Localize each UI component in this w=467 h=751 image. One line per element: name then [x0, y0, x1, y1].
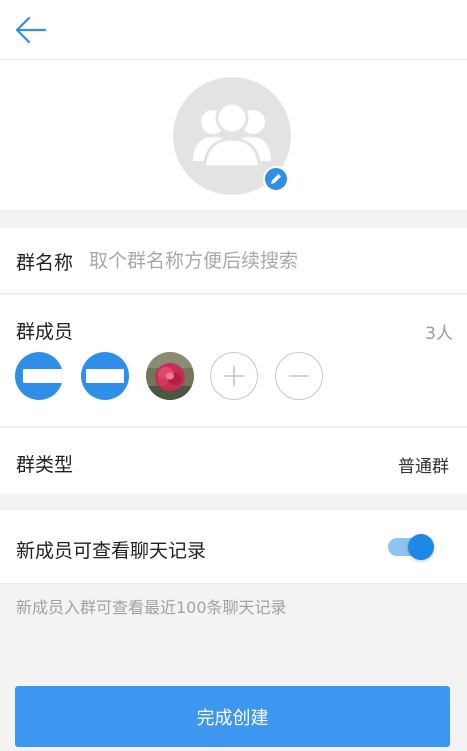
member-avatar[interactable]	[15, 352, 63, 400]
member-count: 3人	[425, 324, 453, 344]
complete-create-button[interactable]: 完成创建	[15, 686, 450, 747]
member-avatar[interactable]	[81, 352, 129, 400]
group-name-input[interactable]	[89, 242, 449, 280]
member-avatar-photo[interactable]	[146, 352, 194, 400]
arrow-left-icon	[15, 16, 47, 44]
group-name-label: 群名称	[16, 252, 74, 274]
flower-photo	[146, 352, 194, 400]
plus-icon	[224, 366, 244, 386]
group-name-row: 群名称	[0, 228, 467, 294]
remove-member-button[interactable]	[275, 352, 323, 400]
group-type-label: 群类型	[16, 454, 74, 476]
add-member-button[interactable]	[210, 352, 258, 400]
back-button[interactable]	[12, 12, 50, 48]
group-type-value: 普通群	[398, 457, 449, 477]
minus-icon	[289, 375, 309, 377]
edit-avatar-button[interactable]	[263, 166, 289, 192]
group-avatar-section	[0, 60, 467, 210]
group-members-label: 群成员	[16, 321, 74, 343]
history-hint-text: 新成员入群可查看最近100条聊天记录	[16, 598, 287, 617]
history-visibility-row: 新成员可查看聊天记录	[0, 510, 467, 584]
group-members-section: 群成员 3人	[0, 295, 467, 427]
group-type-row[interactable]: 群类型 普通群	[0, 428, 467, 494]
toggle-knob	[408, 534, 434, 560]
history-visibility-toggle[interactable]	[386, 532, 438, 562]
history-visibility-label: 新成员可查看聊天记录	[16, 540, 207, 562]
top-bar	[0, 0, 467, 60]
pencil-icon	[271, 174, 281, 184]
